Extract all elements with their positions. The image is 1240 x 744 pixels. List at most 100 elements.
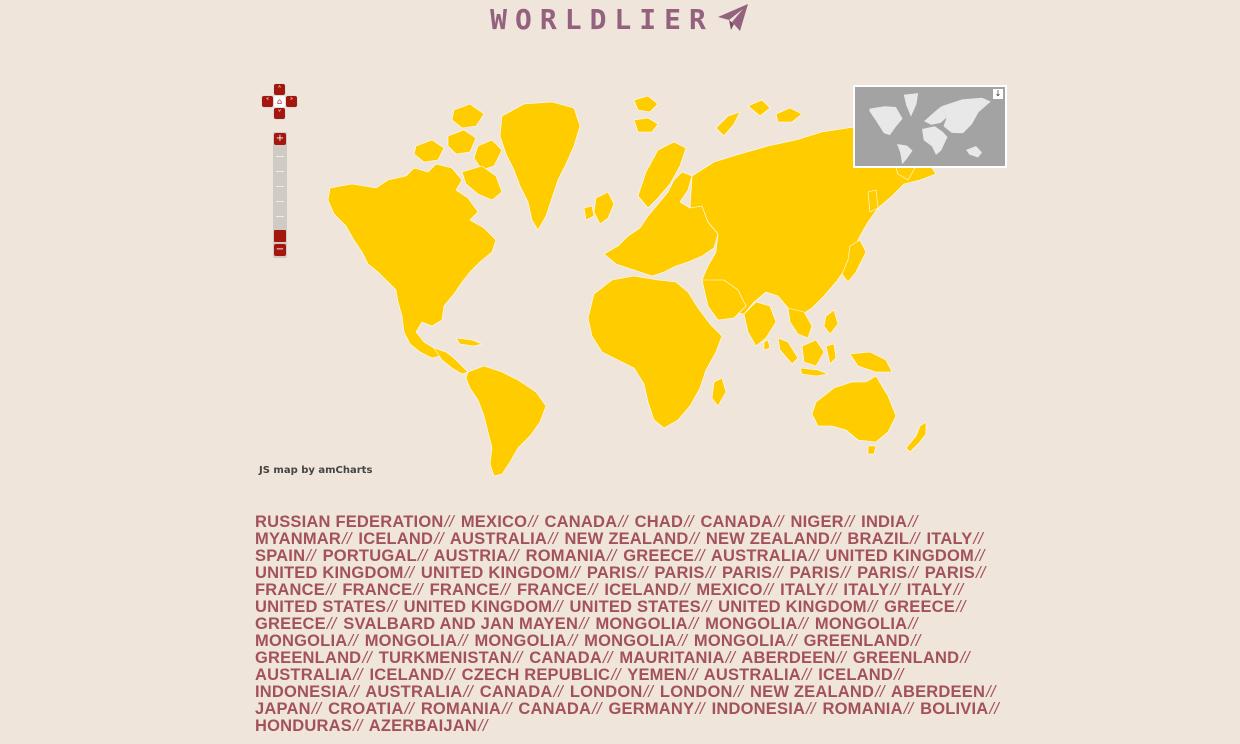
place-link[interactable]: PARIS [790,564,840,582]
pan-left-icon[interactable]: ˂ [262,96,273,107]
place-link[interactable]: MAURITANIA [619,649,724,667]
place-link[interactable]: FRANCE [430,581,500,599]
place-link[interactable]: UNITED STATES [255,598,386,616]
place-link[interactable]: CHAD [635,513,683,531]
place-link[interactable]: ITALY [926,530,972,548]
place-link[interactable]: UNITED KINGDOM [255,564,404,582]
place-link[interactable]: YEMEN [627,666,687,684]
place-link[interactable]: NIGER [791,513,844,531]
place-link[interactable]: ABERDEEN [891,683,985,701]
place-link[interactable]: CANADA [518,700,591,718]
place-link[interactable]: HONDURAS [255,717,352,735]
madagascar [711,377,727,407]
place-link[interactable]: ICELAND [358,530,433,548]
place-link[interactable]: CANADA [545,513,618,531]
place-link[interactable]: MEXICO [696,581,762,599]
place-link[interactable]: MONGOLIA [595,615,687,633]
place-link[interactable]: LONDON [660,683,733,701]
place-link[interactable]: MONGOLIA [255,632,347,650]
place-link[interactable]: UNITED STATES [570,598,701,616]
place-link[interactable]: AZERBAIJAN [369,717,477,735]
place-link[interactable]: CANADA [529,649,602,667]
place-link[interactable]: ITALY [907,581,953,599]
place-link[interactable]: MONGOLIA [694,632,786,650]
place-link[interactable]: CROATIA [328,700,403,718]
place-link[interactable]: GREECE [255,615,326,633]
zoom-slider-thumb[interactable] [274,230,286,242]
place-link[interactable]: UNITED KINGDOM [404,598,553,616]
place-link[interactable]: ITALY [843,581,889,599]
place-link[interactable]: FRANCE [255,581,325,599]
place-link[interactable]: ROMANIA [822,700,902,718]
place-link[interactable]: MEXICO [461,513,527,531]
place-link[interactable]: NEW ZEALAND [706,530,830,548]
place-link[interactable]: AUSTRALIA [704,666,801,684]
place-link[interactable]: UNITED KINGDOM [718,598,867,616]
place-link[interactable]: FRANCE [342,581,412,599]
place-link[interactable]: GREENLAND [804,632,910,650]
home-icon[interactable]: ⌂ [274,96,285,107]
place-link[interactable]: PARIS [857,564,907,582]
place-link[interactable]: MONGOLIA [584,632,676,650]
place-link[interactable]: RUSSIAN FEDERATION [255,513,443,531]
place-link[interactable]: ICELAND [370,666,445,684]
place-link[interactable]: NEW ZEALAND [750,683,874,701]
separator: // [974,547,985,565]
minimap[interactable]: ↓ [853,85,1007,168]
place-link[interactable]: AUSTRALIA [255,666,352,684]
place-link[interactable]: LONDON [570,683,643,701]
zoom-in-button[interactable]: + [274,133,286,145]
place-link[interactable]: GREENLAND [255,649,361,667]
place-link[interactable]: JAPAN [255,700,311,718]
place-link[interactable]: ICELAND [818,666,893,684]
place-link[interactable]: INDONESIA [712,700,805,718]
place-link[interactable]: SVALBARD AND JAN MAYEN [343,615,578,633]
place-link[interactable]: MONGOLIA [705,615,797,633]
place-link[interactable]: PARIS [587,564,637,582]
place-link[interactable]: CANADA [480,683,553,701]
place-link[interactable]: AUSTRIA [434,547,509,565]
place-link[interactable]: AUSTRALIA [365,683,462,701]
place-link[interactable]: INDONESIA [255,683,348,701]
place-link[interactable]: ICELAND [604,581,679,599]
place-link[interactable]: PORTUGAL [323,547,417,565]
place-link[interactable]: CZECH REPUBLIC [462,666,611,684]
world-map[interactable]: ˄ ˂ ⌂ ˃ ˅ + − ↓ JS map by amCharts [256,76,1012,486]
place-link[interactable]: MONGOLIA [815,615,907,633]
north-america [327,163,497,359]
place-link[interactable]: GREECE [623,547,694,565]
arrow-down-icon[interactable]: ↓ [993,89,1003,99]
place-link[interactable]: PARIS [925,564,975,582]
place-link[interactable]: GREENLAND [853,649,959,667]
place-link[interactable]: UNITED KINGDOM [421,564,570,582]
place-link[interactable]: SPAIN [255,547,305,565]
place-link[interactable]: ROMANIA [526,547,606,565]
place-link[interactable]: ABERDEEN [741,649,835,667]
place-link[interactable]: TURKMENISTAN [379,649,512,667]
place-link[interactable]: ITALY [780,581,826,599]
place-link[interactable]: AUSTRALIA [711,547,808,565]
place-link[interactable]: CANADA [700,513,773,531]
pan-down-icon[interactable]: ˅ [274,108,285,119]
place-link[interactable]: GERMANY [609,700,695,718]
place-link[interactable]: INDIA [861,513,907,531]
place-link[interactable]: MONGOLIA [474,632,566,650]
map-credit[interactable]: JS map by amCharts [259,465,372,476]
place-link[interactable]: PARIS [654,564,704,582]
place-link[interactable]: NEW ZEALAND [564,530,688,548]
place-link[interactable]: MYANMAR [255,530,341,548]
zoom-slider[interactable]: + − [273,132,287,258]
minimap-world [869,93,991,165]
place-link[interactable]: FRANCE [517,581,587,599]
place-link[interactable]: BOLIVIA [920,700,988,718]
place-link[interactable]: ROMANIA [421,700,501,718]
place-link[interactable]: UNITED KINGDOM [825,547,974,565]
zoom-out-button[interactable]: − [274,244,286,256]
place-link[interactable]: AUSTRALIA [450,530,547,548]
pan-right-icon[interactable]: ˃ [286,96,297,107]
pan-up-icon[interactable]: ˄ [274,84,285,95]
place-link[interactable]: GREECE [884,598,955,616]
place-link[interactable]: PARIS [722,564,772,582]
place-link[interactable]: BRAZIL [847,530,909,548]
place-link[interactable]: MONGOLIA [365,632,457,650]
